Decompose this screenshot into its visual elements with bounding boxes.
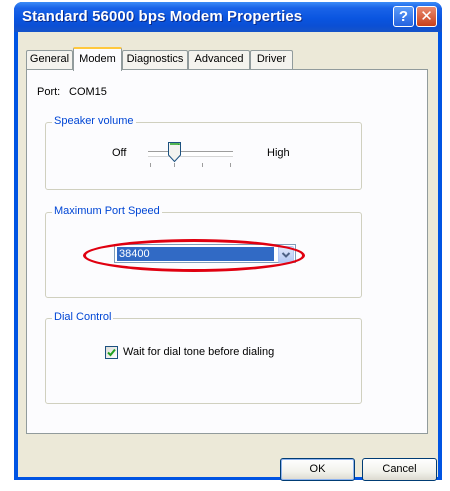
close-icon: ✕ (420, 8, 433, 25)
title-bar[interactable]: Standard 56000 bps Modem Properties ? ✕ (14, 2, 442, 32)
modem-properties-window: Standard 56000 bps Modem Properties ? ✕ … (14, 2, 442, 481)
port-speed-select[interactable]: 38400 (114, 244, 296, 263)
volume-tick (174, 163, 175, 167)
port-label: Port: (37, 86, 61, 98)
tab-driver[interactable]: Driver (250, 50, 293, 69)
speaker-volume-title: Speaker volume (52, 115, 136, 127)
window-title: Standard 56000 bps Modem Properties (22, 8, 303, 25)
max-port-speed-group: Maximum Port Speed 38400 (45, 205, 362, 298)
cancel-button[interactable]: Cancel (362, 458, 437, 481)
volume-off-label: Off (112, 147, 127, 159)
volume-slider-thumb[interactable] (167, 141, 182, 163)
close-button[interactable]: ✕ (416, 6, 437, 27)
volume-high-label: High (267, 147, 290, 159)
port-value: COM15 (69, 86, 107, 98)
dial-control-group: Dial Control Wait for dial tone before d… (45, 311, 362, 404)
checkmark-icon (107, 348, 116, 357)
dialog-client-area: General Modem Diagnostics Advanced Drive… (18, 32, 438, 481)
tab-modem[interactable]: Modem (73, 47, 122, 71)
speaker-volume-group: Speaker volume Off High (45, 115, 362, 190)
max-port-speed-title: Maximum Port Speed (52, 205, 162, 217)
modem-tab-panel: Port: COM15 Speaker volume Off High Maxi (26, 69, 428, 434)
tab-strip: General Modem Diagnostics Advanced Drive… (18, 32, 438, 72)
port-speed-dropdown-button[interactable] (278, 246, 294, 263)
wait-for-dial-tone-checkbox[interactable] (105, 346, 118, 359)
wait-for-dial-tone-label[interactable]: Wait for dial tone before dialing (123, 346, 274, 358)
volume-tick (230, 163, 231, 167)
volume-tick (150, 163, 151, 167)
port-speed-selected-value: 38400 (117, 247, 274, 261)
tab-advanced[interactable]: Advanced (188, 50, 250, 69)
chevron-down-icon (281, 252, 291, 258)
volume-slider-track[interactable] (148, 151, 233, 156)
volume-tick (202, 163, 203, 167)
tab-diagnostics[interactable]: Diagnostics (122, 50, 188, 69)
help-icon: ? (398, 8, 409, 25)
dial-control-title: Dial Control (52, 311, 114, 323)
tab-general[interactable]: General (26, 50, 73, 69)
help-button[interactable]: ? (393, 6, 414, 27)
ok-button[interactable]: OK (280, 458, 355, 481)
